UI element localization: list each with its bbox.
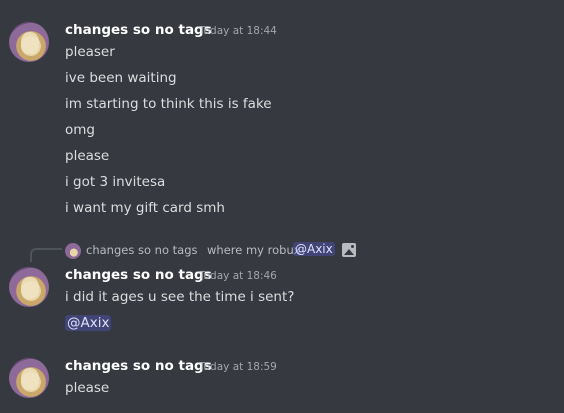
avatar[interactable] bbox=[9, 22, 49, 62]
message-line: ive been waiting bbox=[65, 70, 177, 86]
reply-username[interactable]: changes so no tags bbox=[86, 243, 197, 257]
reply-mention[interactable]: @Axix bbox=[293, 242, 335, 256]
mention-line: @Axix bbox=[65, 315, 112, 331]
username[interactable]: changes so no tags bbox=[65, 358, 212, 374]
message-line: i did it ages u see the time i sent? bbox=[65, 289, 295, 305]
reply-spine bbox=[30, 248, 62, 262]
message-line: im starting to think this is fake bbox=[65, 96, 272, 112]
message-line: omg bbox=[65, 122, 95, 138]
reply-text[interactable]: where my robux bbox=[207, 243, 301, 257]
message-line: please bbox=[65, 148, 110, 164]
timestamp: Today at 18:46 bbox=[199, 270, 277, 282]
mention-chip[interactable]: @Axix bbox=[65, 315, 112, 331]
reply-avatar[interactable] bbox=[65, 243, 81, 259]
message-line: i got 3 invitesa bbox=[65, 174, 166, 190]
username[interactable]: changes so no tags bbox=[65, 22, 212, 38]
timestamp: Today at 18:59 bbox=[199, 361, 277, 373]
username[interactable]: changes so no tags bbox=[65, 267, 212, 283]
avatar[interactable] bbox=[9, 267, 49, 307]
mention-chip[interactable]: @Axix bbox=[293, 242, 335, 256]
message-line: pleaser bbox=[65, 44, 115, 60]
message-line: please bbox=[65, 380, 110, 396]
image-icon bbox=[342, 243, 356, 257]
message-line: i want my gift card smh bbox=[65, 200, 225, 216]
timestamp: Today at 18:44 bbox=[199, 25, 277, 37]
avatar[interactable] bbox=[9, 358, 49, 398]
